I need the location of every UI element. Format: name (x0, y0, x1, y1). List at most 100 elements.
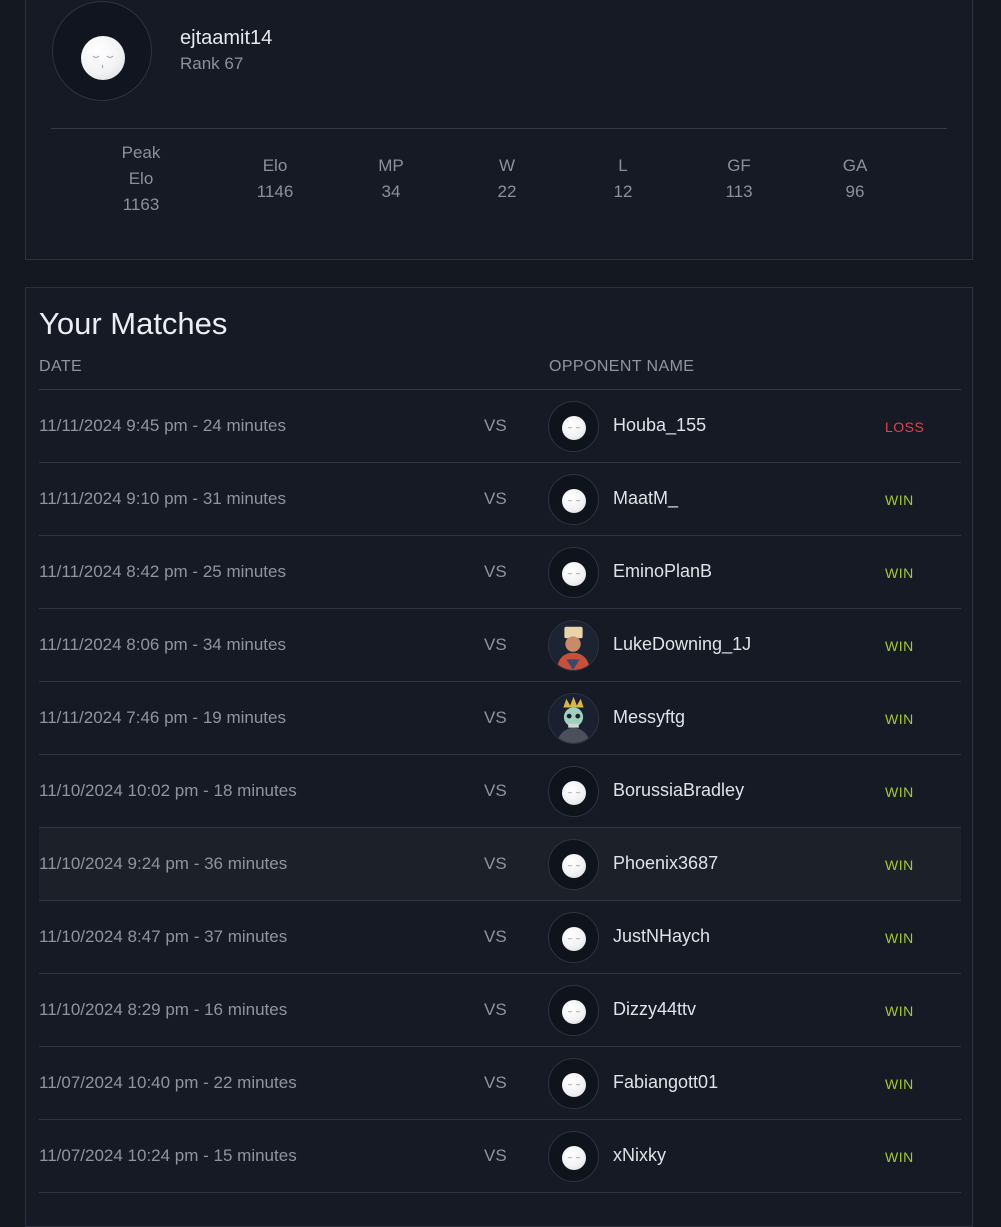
opponent-avatar[interactable] (548, 839, 599, 890)
opponent-name[interactable]: Phoenix3687 (613, 853, 718, 874)
match-row[interactable]: 11/07/2024 10:24 pm - 15 minutes VS xNixky… (39, 1120, 961, 1193)
stat-label: GF (727, 156, 751, 175)
opponent-avatar[interactable] (548, 693, 599, 744)
match-result-badge: WIN (885, 784, 914, 800)
default-face-icon (562, 1000, 586, 1024)
vs-label: VS (484, 1000, 507, 1019)
match-date: 11/10/2024 9:24 pm - 36 minutes (39, 854, 288, 873)
match-date: 11/10/2024 10:02 pm - 18 minutes (39, 781, 297, 800)
stat-3: W 22 (452, 153, 562, 205)
opponent-name[interactable]: JustNHaych (613, 926, 710, 947)
match-result-badge: WIN (885, 1149, 914, 1165)
profile-rank: Rank 67 (180, 54, 244, 73)
match-result-badge: LOSS (885, 419, 925, 435)
stat-label: W (498, 156, 516, 175)
vs-label: VS (484, 854, 507, 873)
match-date: 11/07/2024 10:40 pm - 22 minutes (39, 1073, 297, 1092)
opponent-avatar[interactable] (548, 401, 599, 452)
opponent-name[interactable]: Dizzy44ttv (613, 999, 696, 1020)
stat-value: 96 (845, 182, 865, 201)
default-face-icon (562, 1073, 586, 1097)
profile-divider (51, 128, 947, 129)
opponent-name[interactable]: MaatM_ (613, 488, 678, 509)
match-date: 11/11/2024 9:10 pm - 31 minutes (39, 489, 286, 508)
match-date: 11/07/2024 10:24 pm - 15 minutes (39, 1146, 297, 1165)
profile-username: ejtaamit14 (180, 27, 273, 49)
opponent-avatar[interactable] (548, 985, 599, 1036)
opponent-name[interactable]: LukeDowning_1J (613, 634, 751, 655)
matches-card: Your Matches DATE OPPONENT NAME 11/11/20… (25, 287, 973, 1227)
match-result-badge: WIN (885, 711, 914, 727)
match-row[interactable]: 11/11/2024 9:45 pm - 24 minutes VS Houba_1… (39, 390, 961, 463)
column-header-opponent: OPPONENT NAME (549, 358, 695, 375)
match-result-badge: WIN (885, 930, 914, 946)
match-result-badge: WIN (885, 1076, 914, 1092)
stat-label: GA (842, 156, 868, 175)
stat-0: Peak Elo 1163 (86, 140, 196, 218)
stat-4: L 12 (568, 153, 678, 205)
match-result-badge: WIN (885, 565, 914, 581)
match-row[interactable]: 11/07/2024 10:40 pm - 22 minutes VS Fabian… (39, 1047, 961, 1120)
vs-label: VS (484, 708, 507, 727)
vs-label: VS (484, 927, 507, 946)
opponent-avatar[interactable] (548, 620, 599, 671)
match-row[interactable]: 11/11/2024 9:10 pm - 31 minutes VS MaatM_ W… (39, 463, 961, 536)
opponent-avatar[interactable] (548, 912, 599, 963)
stat-label: MP (378, 156, 404, 175)
stat-2: MP 34 (336, 153, 446, 205)
default-face-icon (562, 781, 586, 805)
match-result-badge: WIN (885, 638, 914, 654)
skull-king-avatar-icon (549, 694, 598, 743)
stat-value: 1163 (122, 195, 160, 214)
opponent-avatar[interactable] (548, 1058, 599, 1109)
opponent-avatar[interactable] (548, 474, 599, 525)
character-avatar-icon (549, 621, 598, 670)
opponent-avatar[interactable] (548, 547, 599, 598)
default-face-icon (562, 1146, 586, 1170)
stat-label: Peak Elo (121, 143, 161, 188)
match-row[interactable]: 11/10/2024 8:29 pm - 16 minutes VS Dizzy44… (39, 974, 961, 1047)
stat-label: Elo (262, 156, 288, 175)
stat-value: 22 (497, 182, 517, 201)
vs-label: VS (484, 562, 507, 581)
vs-label: VS (484, 635, 507, 654)
profile-card: ejtaamit14 Rank 67 Peak Elo 1163 Elo 1146 MP… (25, 0, 973, 260)
opponent-avatar[interactable] (548, 1131, 599, 1182)
opponent-name[interactable]: Fabiangott01 (613, 1072, 718, 1093)
match-date: 11/11/2024 8:06 pm - 34 minutes (39, 635, 286, 654)
match-row[interactable]: 11/10/2024 10:02 pm - 18 minutes VS Boruss… (39, 755, 961, 828)
match-date: 11/10/2024 8:29 pm - 16 minutes (39, 1000, 288, 1019)
default-face-icon (562, 854, 586, 878)
default-face-icon (562, 489, 586, 513)
stat-value: 12 (613, 182, 633, 201)
match-result-badge: WIN (885, 1003, 914, 1019)
opponent-name[interactable]: BorussiaBradley (613, 780, 744, 801)
stat-label: L (618, 156, 628, 175)
match-row[interactable]: 11/10/2024 8:47 pm - 37 minutes VS JustNHa… (39, 901, 961, 974)
stat-5: GF 113 (684, 153, 794, 205)
opponent-name[interactable]: Houba_155 (613, 415, 706, 436)
stat-6: GA 96 (800, 153, 910, 205)
vs-label: VS (484, 1073, 507, 1092)
default-face-icon (81, 36, 125, 80)
stat-value: 113 (725, 182, 753, 201)
opponent-avatar[interactable] (548, 766, 599, 817)
match-row[interactable]: 11/10/2024 9:24 pm - 36 minutes VS Phoenix… (39, 828, 961, 901)
default-face-icon (562, 927, 586, 951)
vs-label: VS (484, 489, 507, 508)
matches-title: Your Matches (39, 306, 228, 341)
match-date: 11/11/2024 9:45 pm - 24 minutes (39, 416, 286, 435)
match-row[interactable]: 11/11/2024 8:42 pm - 25 minutes VS EminoPl… (39, 536, 961, 609)
match-date: 11/11/2024 7:46 pm - 19 minutes (39, 708, 286, 727)
opponent-name[interactable]: EminoPlanB (613, 561, 712, 582)
match-row[interactable]: 11/11/2024 7:46 pm - 19 minutes VS Messyft… (39, 682, 961, 755)
opponent-name[interactable]: xNixky (613, 1145, 666, 1166)
stat-value: 34 (381, 182, 401, 201)
opponent-name[interactable]: Messyftg (613, 707, 685, 728)
default-face-icon (562, 562, 586, 586)
match-row[interactable]: 11/11/2024 8:06 pm - 34 minutes VS LukeDow… (39, 609, 961, 682)
match-date: 11/11/2024 8:42 pm - 25 minutes (39, 562, 286, 581)
vs-label: VS (484, 416, 507, 435)
profile-avatar[interactable] (52, 1, 152, 101)
match-date: 11/10/2024 8:47 pm - 37 minutes (39, 927, 288, 946)
